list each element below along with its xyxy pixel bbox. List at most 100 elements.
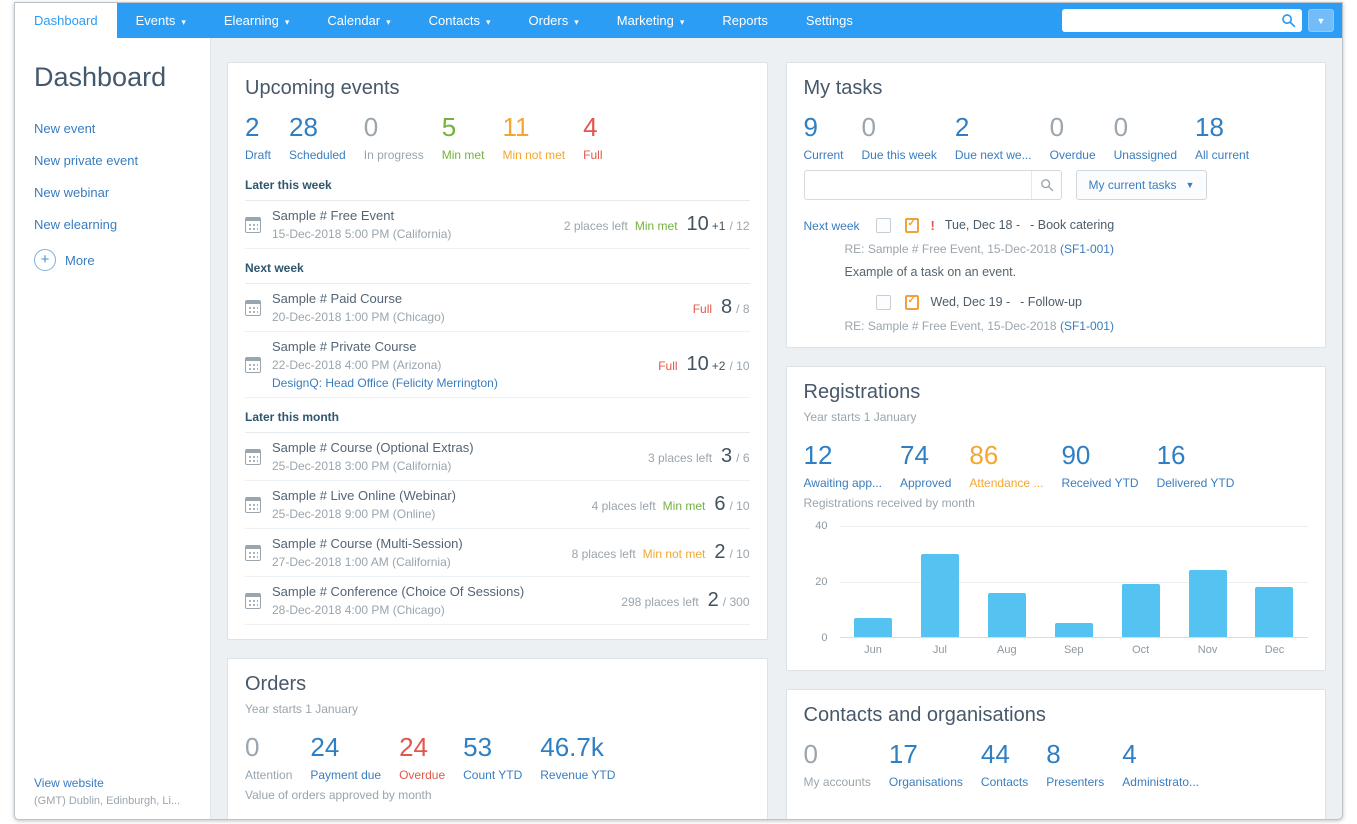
stat-label[interactable]: Min not met: [502, 148, 565, 162]
event-title[interactable]: Sample # Course (Optional Extras): [272, 440, 474, 455]
stat-administrators: 4 Administrato...: [1122, 739, 1199, 789]
event-row[interactable]: Sample # Conference (Choice Of Sessions)…: [245, 577, 750, 625]
sidebar-more-button[interactable]: + More: [34, 249, 210, 271]
task-title[interactable]: - Book catering: [1030, 218, 1114, 232]
chart-bar-column: [1040, 526, 1107, 637]
nav-tab-reports[interactable]: Reports: [703, 3, 787, 38]
task-filter-label: My current tasks: [1088, 178, 1177, 192]
global-search-input[interactable]: [1062, 9, 1302, 32]
event-title[interactable]: Sample # Private Course: [272, 339, 498, 354]
stat-label[interactable]: All current: [1195, 148, 1249, 162]
stat-label[interactable]: Overdue: [1050, 148, 1096, 162]
stat-label[interactable]: Attendance ...: [969, 476, 1043, 490]
stat-label[interactable]: Due this week: [862, 148, 937, 162]
task-checkbox[interactable]: [875, 295, 891, 310]
event-row[interactable]: Sample # Paid Course 20-Dec-2018 1:00 PM…: [245, 284, 750, 332]
my-tasks-card: My tasks 9 Current 0 Due this week 2 Due ne…: [785, 62, 1326, 348]
chart-x-tick: Nov: [1197, 644, 1218, 656]
stat-label[interactable]: Administrato...: [1122, 775, 1199, 789]
stat-label[interactable]: Current: [804, 148, 844, 162]
chevron-down-icon: ▾: [679, 17, 685, 27]
stat-label[interactable]: Presenters: [1046, 775, 1104, 789]
nav-tab-elearning[interactable]: Elearning ▾: [205, 3, 308, 38]
sidebar-item-new-private-event[interactable]: New private event: [34, 153, 210, 168]
top-navigation: Dashboard Events ▾ Elearning ▾ Calendar ▾ C…: [15, 3, 1342, 38]
stat-label[interactable]: Awaiting app...: [804, 476, 883, 490]
task-title[interactable]: - Follow-up: [1020, 295, 1082, 309]
event-row[interactable]: Sample # Course (Multi-Session) 27-Dec-2…: [245, 529, 750, 577]
stat-label[interactable]: Payment due: [310, 768, 381, 782]
event-title[interactable]: Sample # Paid Course: [272, 291, 445, 306]
task-checkbox[interactable]: [875, 218, 891, 233]
search-icon[interactable]: [1040, 178, 1054, 192]
stat-label[interactable]: Min met: [442, 148, 485, 162]
stat-all-current: 18 All current: [1195, 112, 1249, 162]
stat-label[interactable]: In progress: [364, 148, 424, 162]
stat-due-next-week: 2 Due next we...: [955, 112, 1032, 162]
task-filter-dropdown[interactable]: My current tasks ▼: [1075, 170, 1208, 200]
stat-label[interactable]: Contacts: [981, 775, 1028, 789]
section-header: Later this month: [245, 400, 750, 433]
task-reference-link[interactable]: (SF1-001): [1060, 319, 1114, 333]
event-row[interactable]: Sample # Course (Optional Extras) 25-Dec…: [245, 433, 750, 481]
nav-tab-orders[interactable]: Orders ▾: [510, 3, 598, 38]
nav-tab-calendar[interactable]: Calendar ▾: [308, 3, 409, 38]
stat-due-this-week: 0 Due this week: [862, 112, 937, 162]
event-datetime: 27-Dec-2018 1:00 AM (California): [272, 555, 451, 569]
nav-tab-label: Marketing: [616, 13, 674, 28]
event-registration-count: 2: [714, 541, 726, 563]
stat-value: 18: [1195, 112, 1224, 142]
stat-label[interactable]: Attention: [245, 768, 292, 782]
stat-label[interactable]: Unassigned: [1114, 148, 1177, 162]
stat-label[interactable]: Approved: [900, 476, 951, 490]
event-title[interactable]: Sample # Course (Multi-Session): [272, 536, 463, 551]
event-title[interactable]: Sample # Live Online (Webinar): [272, 488, 456, 503]
chevron-down-icon: ▼: [1185, 180, 1195, 190]
nav-tab-marketing[interactable]: Marketing ▾: [598, 3, 704, 38]
nav-tab-settings[interactable]: Settings: [787, 3, 872, 38]
stat-label[interactable]: My accounts: [804, 775, 871, 789]
orders-stats: 0 Attention 24 Payment due 24 Overdue 53 Cou…: [245, 732, 750, 782]
calendar-icon: [245, 299, 261, 316]
stat-value: 0: [803, 739, 818, 769]
stat-label[interactable]: Draft: [245, 148, 271, 162]
sidebar-item-new-webinar[interactable]: New webinar: [34, 185, 210, 200]
nav-tab-contacts[interactable]: Contacts ▾: [410, 3, 510, 38]
event-row[interactable]: Sample # Live Online (Webinar) 25-Dec-20…: [245, 481, 750, 529]
nav-tab-events[interactable]: Events ▾: [117, 3, 205, 38]
event-row[interactable]: Sample # Free Event 15-Dec-2018 5:00 PM …: [245, 201, 750, 249]
stat-value: 90: [1061, 440, 1091, 470]
stat-label[interactable]: Scheduled: [289, 148, 346, 162]
stat-label[interactable]: Due next we...: [955, 148, 1032, 162]
stat-unassigned: 0 Unassigned: [1114, 112, 1177, 162]
task-row[interactable]: Wed, Dec 19 - - Follow-up: [804, 283, 1309, 310]
task-row[interactable]: Next week ! Tue, Dec 18 - - Book caterin…: [804, 206, 1309, 233]
sidebar-item-new-event[interactable]: New event: [34, 121, 210, 136]
stat-label[interactable]: Full: [583, 148, 602, 162]
stat-label[interactable]: Received YTD: [1061, 476, 1138, 490]
task-group-label[interactable]: Next week: [804, 218, 876, 233]
stat-label[interactable]: Delivered YTD: [1157, 476, 1235, 490]
task-search-input[interactable]: [803, 170, 1062, 200]
nav-tab-dashboard[interactable]: Dashboard: [15, 3, 117, 38]
stat-value: 0: [245, 732, 260, 762]
stat-label[interactable]: Organisations: [889, 775, 963, 789]
search-icon[interactable]: [1281, 13, 1296, 28]
stat-value: 8: [1046, 739, 1061, 769]
event-row[interactable]: Sample # Private Course 22-Dec-2018 4:00…: [245, 332, 750, 398]
stat-value: 0: [1049, 112, 1065, 142]
nav-search-area: ▼: [1062, 3, 1342, 38]
stat-label[interactable]: Revenue YTD: [540, 768, 615, 782]
clipboard-check-icon: [904, 218, 919, 233]
stat-value: 74: [900, 440, 929, 470]
stat-label[interactable]: Count YTD: [463, 768, 522, 782]
event-title[interactable]: Sample # Free Event: [272, 208, 451, 223]
search-options-button[interactable]: ▼: [1308, 9, 1334, 32]
view-website-link[interactable]: View website: [34, 776, 202, 790]
task-reference-link[interactable]: (SF1-001): [1060, 242, 1114, 256]
event-title[interactable]: Sample # Conference (Choice Of Sessions): [272, 584, 524, 599]
sidebar-item-new-elearning[interactable]: New elearning: [34, 217, 210, 232]
stat-label[interactable]: Overdue: [399, 768, 445, 782]
event-venue-link[interactable]: DesignQ: Head Office (Felicity Merringto…: [272, 376, 498, 390]
stat-value: 4: [583, 112, 598, 142]
